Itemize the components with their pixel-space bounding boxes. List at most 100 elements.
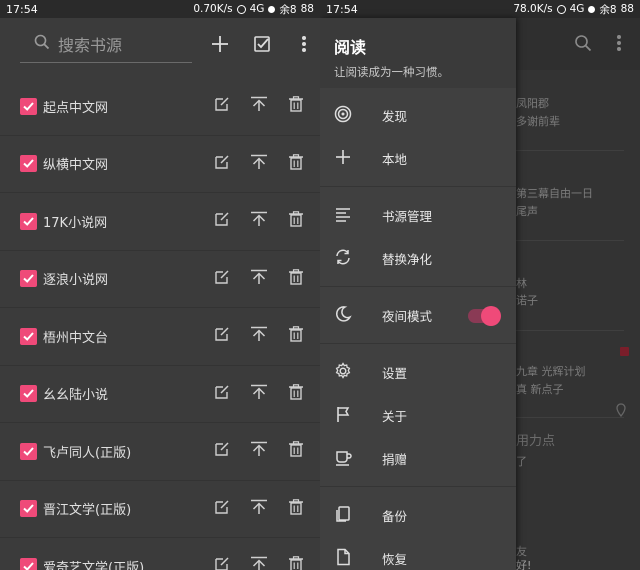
gear-icon (334, 361, 352, 384)
search-icon[interactable] (574, 34, 592, 56)
checkbox[interactable] (20, 212, 37, 230)
menu-label: 备份 (382, 509, 408, 524)
move-top-icon[interactable] (250, 556, 268, 570)
menu-label: 发现 (382, 109, 408, 124)
move-top-icon[interactable] (250, 269, 268, 289)
move-top-icon[interactable] (250, 499, 268, 519)
source-row[interactable]: 纵横中文网 (0, 135, 320, 193)
status-carrier: 余8 (279, 3, 297, 16)
checkbox[interactable] (20, 97, 37, 115)
source-row[interactable]: 逐浪小说网 (0, 250, 320, 308)
menu-replace[interactable]: 替换净化 (320, 237, 516, 280)
source-row[interactable]: 起点中文网 (0, 78, 320, 136)
source-row[interactable]: 晋江文学(正版) (0, 480, 320, 538)
status-network: 4G (569, 3, 585, 15)
move-top-icon[interactable] (250, 154, 268, 174)
select-all-icon[interactable] (252, 34, 272, 54)
bg-text: 好! (516, 559, 532, 570)
divider (320, 486, 516, 487)
flag-icon (334, 405, 352, 427)
edit-icon[interactable] (214, 269, 230, 289)
checkbox[interactable] (20, 327, 37, 345)
status-carrier: 余8 (599, 3, 617, 16)
source-name: 逐浪小说网 (43, 273, 109, 289)
edit-icon[interactable] (214, 154, 230, 174)
menu-discover[interactable]: 发现 (320, 94, 516, 137)
menu-label: 书源管理 (382, 209, 433, 224)
toolbar: 搜索书源 (0, 18, 320, 70)
source-manager-screen: 17:54 0.70K/s 4G 余8 88 搜索书源 起点中文网 纵横中文网 … (0, 0, 320, 570)
menu-label: 夜间模式 (382, 309, 433, 324)
bg-text: 林 (516, 277, 527, 290)
source-row[interactable]: 幺幺陆小说 (0, 365, 320, 423)
edit-icon[interactable] (214, 211, 230, 231)
source-row[interactable]: 爱奇艺文学(正版) (0, 538, 320, 570)
bg-text: 真 新点子 (516, 383, 564, 396)
edit-icon[interactable] (214, 326, 230, 346)
bg-text: 诺子 (516, 294, 538, 307)
night-mode-toggle[interactable] (468, 305, 501, 326)
edit-icon[interactable] (214, 96, 230, 116)
menu-donate[interactable]: 捐赠 (320, 437, 516, 480)
menu-source-manage[interactable]: 书源管理 (320, 194, 516, 237)
more-vert-icon[interactable] (294, 34, 314, 54)
move-top-icon[interactable] (250, 326, 268, 346)
add-icon[interactable] (210, 34, 230, 54)
menu-restore[interactable]: 恢复 (320, 537, 516, 570)
bg-text: 第三幕自由一日 (516, 187, 593, 200)
delete-icon[interactable] (288, 153, 304, 174)
source-row[interactable]: 17K小说网 (0, 193, 320, 251)
checkbox[interactable] (20, 155, 37, 173)
checkbox[interactable] (20, 270, 37, 288)
source-name: 幺幺陆小说 (43, 388, 109, 404)
divider (320, 286, 516, 287)
bg-text: 尾声 (516, 205, 538, 218)
delete-icon[interactable] (288, 441, 304, 461)
delete-icon[interactable] (288, 211, 304, 231)
menu-settings[interactable]: 设置 (320, 351, 516, 394)
move-top-icon[interactable] (250, 441, 268, 461)
coffee-icon (334, 448, 352, 470)
source-row[interactable]: 飞卢同人(正版) (0, 423, 320, 481)
menu-backup[interactable]: 备份 (320, 494, 516, 537)
move-top-icon[interactable] (250, 384, 268, 404)
status-battery: 88 (300, 3, 314, 15)
moon-status-icon (268, 5, 276, 13)
source-name: 飞卢同人(正版) (43, 445, 132, 461)
delete-icon[interactable] (288, 268, 304, 289)
checkbox[interactable] (20, 385, 37, 403)
source-name: 纵横中文网 (43, 158, 109, 174)
edit-icon[interactable] (214, 384, 230, 404)
bg-text: 九章 光辉计划 (516, 365, 586, 378)
checkbox[interactable] (20, 442, 37, 460)
checkbox[interactable] (20, 557, 37, 570)
search-input[interactable]: 搜索书源 (20, 25, 192, 63)
delete-icon[interactable] (288, 326, 304, 346)
source-row[interactable]: 梧州中文台 (0, 308, 320, 366)
add-icon (334, 148, 352, 170)
menu-about[interactable]: 关于 (320, 394, 516, 437)
more-vert-icon[interactable] (616, 34, 622, 56)
edit-icon[interactable] (214, 441, 230, 461)
navigation-drawer: 阅读 让阅读成为一种习惯。 发现 本地 书源管理 替换净化 夜间模式 设置 关于… (320, 18, 516, 570)
status-bar: 17:54 78.0K/s 4G 余8 88 (320, 0, 640, 18)
delete-icon[interactable] (288, 383, 304, 404)
source-name: 梧州中文台 (43, 330, 109, 346)
menu-night-mode[interactable]: 夜间模式 (320, 294, 516, 337)
edit-icon[interactable] (214, 499, 230, 519)
divider (320, 186, 516, 187)
delete-icon[interactable] (288, 498, 304, 519)
status-speed: 78.0K/s (513, 3, 553, 15)
toggle-knob (481, 305, 501, 326)
bg-text: 了 (516, 455, 527, 468)
delete-icon[interactable] (288, 96, 304, 116)
menu-local[interactable]: 本地 (320, 137, 516, 180)
move-top-icon[interactable] (250, 96, 268, 116)
edit-icon[interactable] (214, 556, 230, 570)
move-top-icon[interactable] (250, 211, 268, 231)
bg-text: 多谢前辈 (516, 115, 560, 128)
source-name: 17K小说网 (43, 215, 108, 231)
divider (516, 240, 624, 241)
checkbox[interactable] (20, 500, 37, 518)
delete-icon[interactable] (288, 556, 304, 570)
